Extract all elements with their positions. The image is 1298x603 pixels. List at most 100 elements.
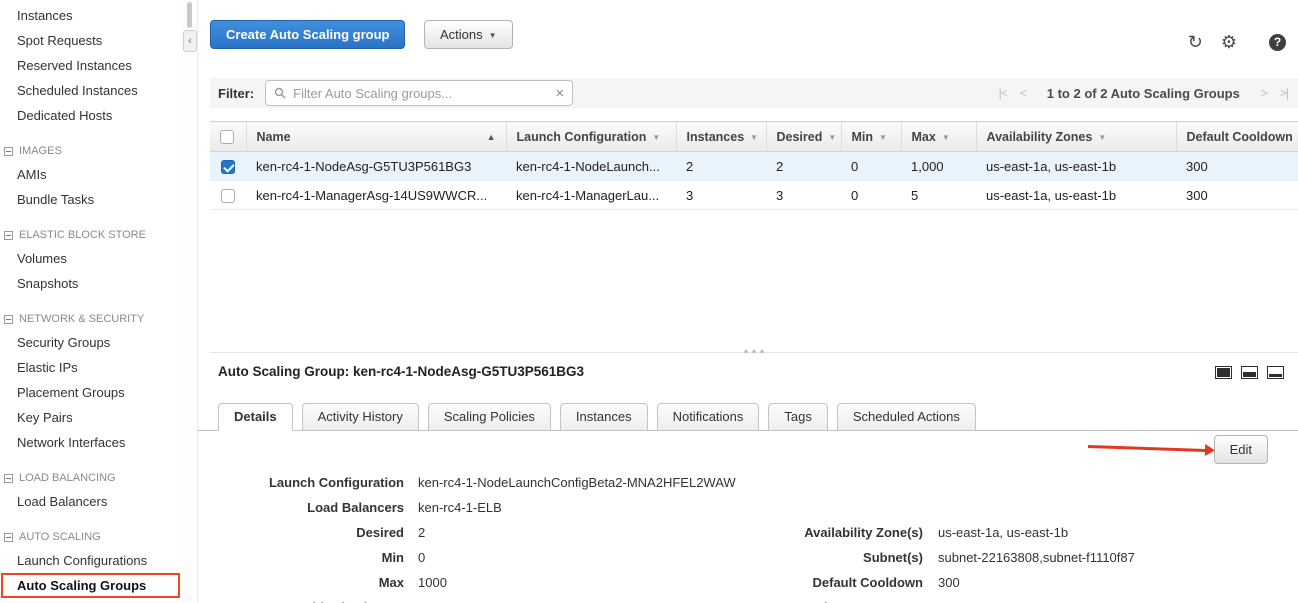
sort-caret-icon: ▼ (942, 133, 950, 142)
sidebar-item-bundle-tasks[interactable]: Bundle Tasks (0, 187, 182, 212)
pagination-text: 1 to 2 of 2 Auto Scaling Groups (1047, 86, 1240, 101)
cell-instances[interactable]: 2 (676, 152, 766, 181)
refresh-icon[interactable]: ↻ (1188, 32, 1203, 52)
sidebar-item-instances[interactable]: Instances (0, 3, 182, 28)
sidebar: Instances Spot Requests Reserved Instanc… (0, 0, 182, 603)
sidebar-item-amis[interactable]: AMIs (0, 162, 182, 187)
sidebar-section-auto-scaling[interactable]: AUTO SCALING (0, 526, 182, 548)
field-launch-configuration: Launch Configuration ken-rc4-1-NodeLaunc… (218, 470, 736, 495)
gear-icon[interactable]: ⚙ (1221, 32, 1237, 52)
sidebar-item-key-pairs[interactable]: Key Pairs (0, 405, 182, 430)
cell-default-cooldown[interactable]: 300 (1176, 181, 1298, 210)
cell-availability-zones[interactable]: us-east-1a, us-east-1b (976, 181, 1176, 210)
sidebar-item-security-groups[interactable]: Security Groups (0, 330, 182, 355)
layout-split-icon[interactable] (1241, 366, 1258, 379)
row-checkbox[interactable] (221, 189, 235, 203)
col-name[interactable]: Name▲ (246, 122, 506, 152)
field-placement-group: Placement Group (758, 595, 1135, 603)
sidebar-scrollbar-thumb[interactable] (187, 2, 192, 28)
table-header-row: Name▲ Launch Configuration▼ Instances▼ D… (210, 122, 1298, 152)
tab-instances[interactable]: Instances (560, 403, 648, 431)
sidebar-collapse-button[interactable]: ‹ (183, 30, 197, 52)
asg-row[interactable]: ken-rc4-1-ManagerAsg-14US9WWCR... ken-rc… (210, 181, 1298, 210)
actions-button[interactable]: Actions▼ (424, 20, 513, 49)
col-instances[interactable]: Instances▼ (676, 122, 766, 152)
tab-details[interactable]: Details (218, 403, 293, 431)
cell-launch-configuration[interactable]: ken-rc4-1-NodeLaunch... (506, 152, 676, 181)
annotation-arrow (1088, 445, 1206, 452)
sidebar-item-scheduled-instances[interactable]: Scheduled Instances (0, 78, 182, 103)
cell-launch-configuration[interactable]: ken-rc4-1-ManagerLau... (506, 181, 676, 210)
col-default-cooldown[interactable]: Default Cooldown (1176, 122, 1298, 152)
tab-notifications[interactable]: Notifications (657, 403, 760, 431)
field-availability-zones: Availability Zone(s) us-east-1a, us-east… (758, 520, 1135, 545)
section-label: ELASTIC BLOCK STORE (19, 229, 146, 241)
row-select-cell[interactable] (210, 181, 246, 210)
col-min[interactable]: Min▼ (841, 122, 901, 152)
ec2-console: Instances Spot Requests Reserved Instanc… (0, 0, 1298, 603)
sidebar-item-snapshots[interactable]: Snapshots (0, 271, 182, 296)
detail-fields-left: Launch Configuration ken-rc4-1-NodeLaunc… (218, 470, 736, 603)
cell-default-cooldown[interactable]: 300 (1176, 152, 1298, 181)
cell-max[interactable]: 5 (901, 181, 976, 210)
sidebar-item-network-interfaces[interactable]: Network Interfaces (0, 430, 182, 455)
sidebar-item-dedicated-hosts[interactable]: Dedicated Hosts (0, 103, 182, 128)
sidebar-item-load-balancers[interactable]: Load Balancers (0, 489, 182, 514)
next-page-button[interactable]: > (1261, 86, 1267, 100)
cell-min[interactable]: 0 (841, 152, 901, 181)
sidebar-item-auto-scaling-groups[interactable]: Auto Scaling Groups (0, 573, 182, 598)
layout-collapsed-icon[interactable] (1267, 366, 1284, 379)
tab-activity-history[interactable]: Activity History (302, 403, 419, 431)
cell-desired[interactable]: 2 (766, 152, 841, 181)
sidebar-section-network-security[interactable]: NETWORK & SECURITY (0, 308, 182, 330)
sidebar-section-load-balancing[interactable]: LOAD BALANCING (0, 467, 182, 489)
clear-filter-icon[interactable]: × (555, 86, 564, 101)
cell-desired[interactable]: 3 (766, 181, 841, 210)
sidebar-section-elastic-block-store[interactable]: ELASTIC BLOCK STORE (0, 224, 182, 246)
cell-availability-zones[interactable]: us-east-1a, us-east-1b (976, 152, 1176, 181)
row-select-cell[interactable] (210, 152, 246, 181)
detail-panel-title: Auto Scaling Group: ken-rc4-1-NodeAsg-G5… (218, 364, 584, 379)
last-page-button[interactable]: >| (1280, 86, 1288, 100)
sidebar-item-launch-configurations[interactable]: Launch Configurations (0, 548, 182, 573)
field-subnets: Subnet(s) subnet-22163808,subnet-f1110f8… (758, 545, 1135, 570)
select-all-checkbox[interactable] (220, 130, 234, 144)
tab-tags[interactable]: Tags (768, 403, 827, 431)
sidebar-section-images[interactable]: IMAGES (0, 140, 182, 162)
sidebar-item-placement-groups[interactable]: Placement Groups (0, 380, 182, 405)
tab-scheduled-actions[interactable]: Scheduled Actions (837, 403, 976, 431)
cell-max[interactable]: 1,000 (901, 152, 976, 181)
prev-page-button[interactable]: < (1020, 86, 1026, 100)
divider-drag-handle[interactable] (739, 348, 770, 355)
detail-fields-right: Availability Zone(s) us-east-1a, us-east… (758, 520, 1135, 603)
cell-name[interactable]: ken-rc4-1-ManagerAsg-14US9WWCR... (246, 181, 506, 210)
sidebar-item-elastic-ips[interactable]: Elastic IPs (0, 355, 182, 380)
first-page-button[interactable]: |< (999, 86, 1007, 100)
layout-fullscreen-icon[interactable] (1215, 366, 1232, 379)
actions-label: Actions (440, 27, 483, 42)
row-checkbox[interactable] (221, 160, 235, 174)
sidebar-item-reserved-instances[interactable]: Reserved Instances (0, 53, 182, 78)
sort-caret-icon: ▼ (828, 133, 836, 142)
panel-layout-icons (1215, 366, 1284, 379)
sidebar-item-volumes[interactable]: Volumes (0, 246, 182, 271)
collapse-section-icon (4, 315, 13, 324)
col-select-all[interactable] (210, 122, 246, 152)
col-availability-zones[interactable]: Availability Zones▼ (976, 122, 1176, 152)
cell-min[interactable]: 0 (841, 181, 901, 210)
help-icon[interactable]: ? (1269, 34, 1286, 51)
collapse-section-icon (4, 533, 13, 542)
asg-row[interactable]: ken-rc4-1-NodeAsg-G5TU3P561BG3 ken-rc4-1… (210, 152, 1298, 181)
cell-instances[interactable]: 3 (676, 181, 766, 210)
tab-scaling-policies[interactable]: Scaling Policies (428, 403, 551, 431)
filter-input[interactable] (293, 86, 548, 101)
toolbar-icons: ↻ ⚙ ? (1188, 32, 1286, 52)
edit-button[interactable]: Edit (1214, 435, 1268, 464)
create-auto-scaling-group-button[interactable]: Create Auto Scaling group (210, 20, 405, 49)
col-launch-configuration[interactable]: Launch Configuration▼ (506, 122, 676, 152)
cell-name[interactable]: ken-rc4-1-NodeAsg-G5TU3P561BG3 (246, 152, 506, 181)
col-desired[interactable]: Desired▼ (766, 122, 841, 152)
col-max[interactable]: Max▼ (901, 122, 976, 152)
sidebar-item-spot-requests[interactable]: Spot Requests (0, 28, 182, 53)
field-default-cooldown: Default Cooldown 300 (758, 570, 1135, 595)
